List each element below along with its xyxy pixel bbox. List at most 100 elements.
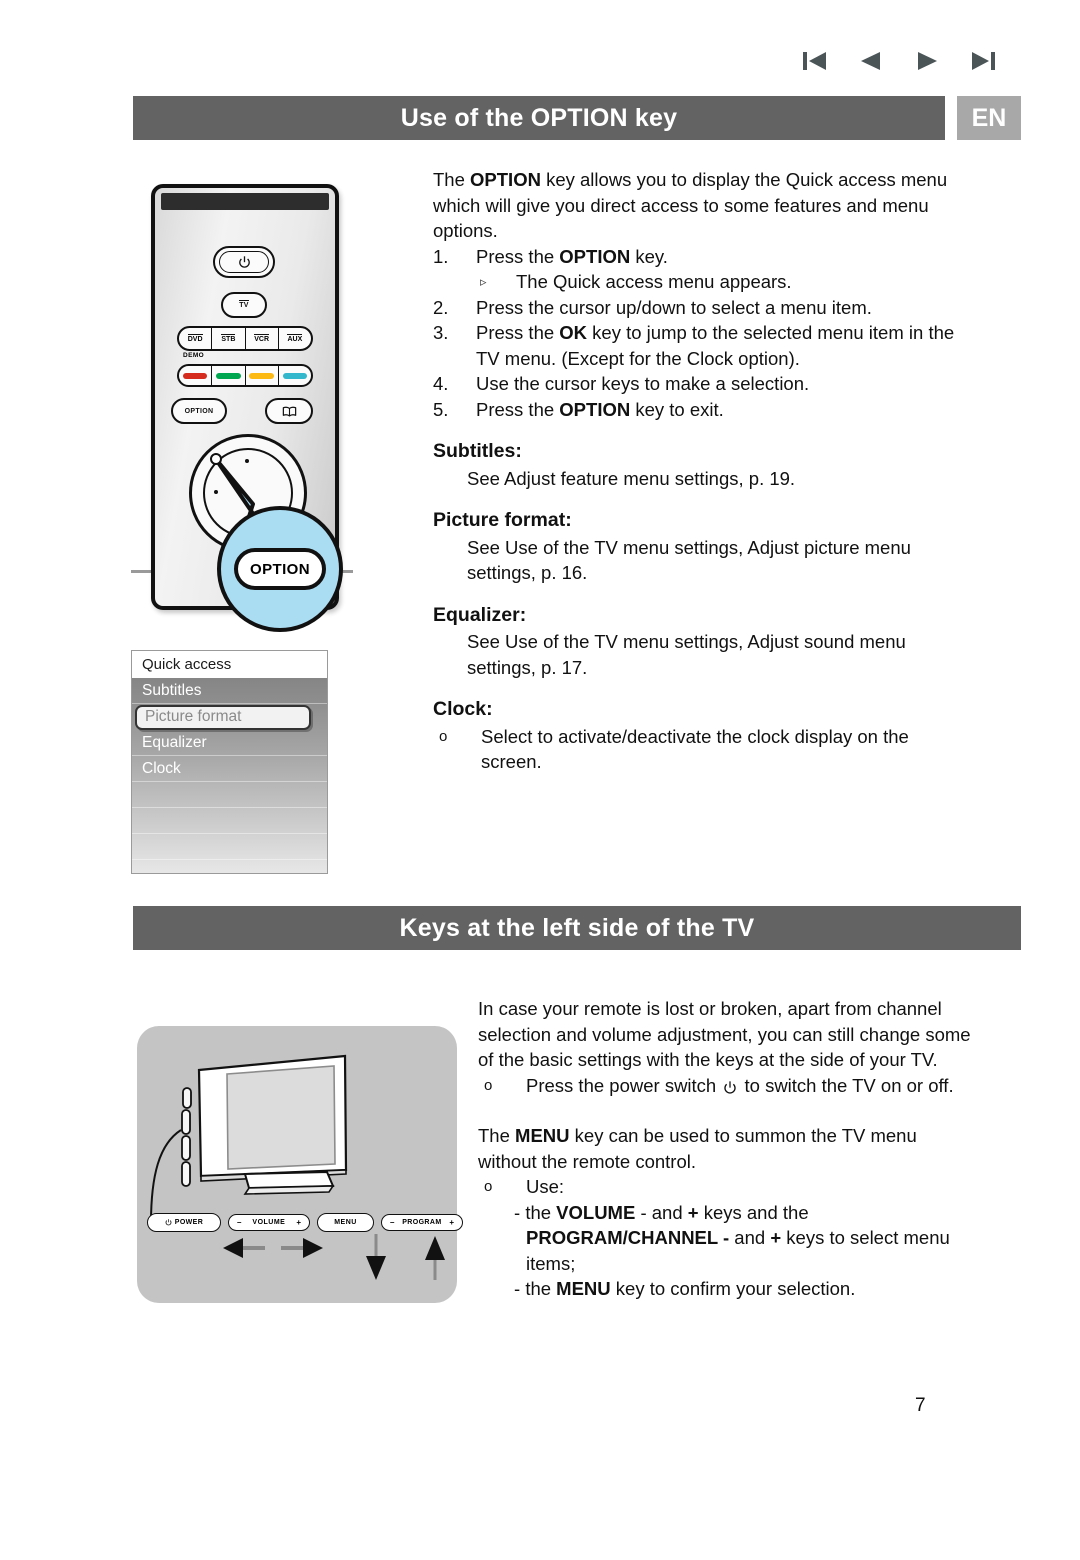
option-step-1-note: ▹ The Quick access menu appears. — [476, 269, 963, 295]
quick-access-empty-row — [132, 808, 327, 834]
option-step-1: 1. Press the OPTION key. ▹ The Quick acces… — [433, 244, 963, 295]
remote-source-dvd[interactable]: DVD — [179, 328, 213, 349]
option-steps-list: 1. Press the OPTION key. ▹ The Quick acces… — [433, 244, 963, 423]
remote-source-key-row[interactable]: DVD STB VCR AUX — [177, 326, 313, 351]
page-navigation[interactable] — [798, 44, 1000, 78]
tv-volume-plus[interactable]: + — [296, 1218, 301, 1227]
tv-power-label: POWER — [174, 1219, 204, 1226]
remote-color-key-cyan[interactable] — [279, 366, 311, 385]
remote-color-key-green[interactable] — [212, 366, 246, 385]
keys-dash-line-3: items; — [478, 1251, 978, 1277]
seg: the — [525, 1278, 557, 1299]
remote-tv-button[interactable]: TV — [221, 292, 267, 318]
step-number: 3. — [433, 322, 449, 343]
remote-tv-label: TV — [239, 300, 249, 309]
step-text-post: key. — [630, 245, 668, 267]
callout-option-key: OPTION — [234, 548, 326, 590]
power-icon — [723, 1076, 737, 1102]
bullet-marker-icon: o — [439, 727, 448, 745]
clock-body-text: Select to activate/deactivate the clock … — [481, 725, 909, 773]
remote-source-aux[interactable]: AUX — [279, 328, 311, 349]
tv-side-keys-illustration: POWER – VOLUME + MENU – PROGRAM + — [137, 1026, 463, 1303]
power-icon — [165, 1219, 172, 1226]
tv-program-plus[interactable]: + — [449, 1218, 454, 1227]
keys-paragraph-2: The MENU key can be used to summon the T… — [478, 1123, 978, 1174]
seg: the — [525, 1201, 557, 1223]
remote-color-key-yellow[interactable] — [246, 366, 279, 385]
keys-para2-pre: The — [478, 1125, 516, 1146]
remote-option-button[interactable]: OPTION — [171, 398, 227, 424]
tv-power-button[interactable]: POWER — [147, 1213, 221, 1232]
remote-source-vcr-label: VCR — [254, 333, 270, 343]
keys-bullet-use-label: Use: — [526, 1176, 565, 1197]
page-number: 7 — [915, 1395, 926, 1416]
remote-control-illustration: TV DVD STB VCR AUX DEMO OPTION OPTION — [131, 180, 353, 632]
seg: - and — [635, 1201, 688, 1223]
quick-access-item-picture-format[interactable]: Picture format — [132, 704, 327, 730]
next-page-icon[interactable] — [910, 44, 944, 78]
remote-guide-button[interactable] — [265, 398, 313, 424]
tv-menu-label: MENU — [334, 1219, 357, 1226]
seg-bold: PROGRAM/CHANNEL - — [526, 1227, 730, 1248]
tv-volume-minus[interactable]: – — [237, 1218, 241, 1227]
tv-program-button[interactable]: – PROGRAM + — [381, 1214, 463, 1231]
quick-access-item-equalizer[interactable]: Equalizer — [132, 730, 327, 756]
keys-bullet-power-post: to switch the TV on or off. — [739, 1074, 954, 1096]
first-page-icon[interactable] — [798, 44, 832, 78]
clock-heading: Clock: — [433, 698, 493, 720]
quick-access-menu-title: Quick access — [132, 651, 327, 678]
quick-access-item-label: Clock — [142, 759, 181, 777]
last-page-icon[interactable] — [966, 44, 1000, 78]
keys-bullet-power-pre: Press the power switch — [526, 1074, 722, 1096]
quick-access-menu[interactable]: Quick access Subtitles Picture format Eq… — [131, 650, 328, 874]
step-number: 5. — [433, 398, 449, 420]
tv-volume-label: VOLUME — [252, 1219, 286, 1226]
option-step-4: 4. Use the cursor keys to make a selectio… — [433, 371, 963, 397]
step-1-note-text: The Quick access menu appears. — [516, 271, 792, 292]
keys-dash-line-1: - the VOLUME - and + keys and the — [478, 1200, 978, 1226]
right-arrow-icon — [281, 1238, 323, 1258]
remote-power-button[interactable] — [213, 246, 275, 278]
tv-control-button-row[interactable]: POWER – VOLUME + MENU – PROGRAM + — [147, 1213, 463, 1232]
option-key-callout: OPTION — [210, 453, 343, 632]
quick-access-selected-pill: Picture format — [135, 704, 311, 730]
section-title-keys: Keys at the left side of the TV — [133, 906, 1021, 950]
dash-marker: - — [514, 1278, 526, 1299]
remote-source-dvd-label: DVD — [187, 333, 203, 343]
tv-volume-button[interactable]: – VOLUME + — [228, 1214, 310, 1231]
quick-access-item-clock[interactable]: Clock — [132, 756, 327, 782]
keys-paragraph-1: In case your remote is lost or broken, a… — [478, 998, 971, 1070]
remote-color-key-red[interactable] — [179, 366, 213, 385]
step-number: 2. — [433, 296, 449, 318]
step-text-bold: OK — [559, 322, 588, 343]
clock-body: o Select to activate/deactivate the clock… — [433, 724, 963, 775]
step-text-pre: Press the — [476, 398, 560, 420]
keys-bullet-power: o Press the power switch to switch the TV… — [478, 1073, 978, 1102]
previous-page-glyph — [861, 52, 880, 70]
triangle-marker-icon: ▹ — [480, 274, 487, 289]
quick-access-empty-row — [132, 834, 327, 860]
remote-power-ring — [219, 251, 269, 273]
remote-color-key-row[interactable] — [177, 364, 313, 387]
seg: and — [729, 1227, 771, 1248]
language-badge: EN — [957, 96, 1021, 140]
remote-source-stb[interactable]: STB — [212, 328, 246, 349]
keys-para2-bold: MENU — [515, 1125, 570, 1146]
remote-source-vcr[interactable]: VCR — [246, 328, 279, 349]
quick-access-empty-row — [132, 782, 327, 808]
seg: keys and the — [698, 1201, 809, 1223]
quick-access-empty-row — [132, 860, 327, 873]
bullet-marker-icon: o — [484, 1178, 493, 1195]
seg-bold: + — [770, 1227, 782, 1248]
step-text-pre: Press the — [476, 245, 560, 267]
previous-page-icon[interactable] — [854, 44, 888, 78]
callout-circle: OPTION — [217, 506, 343, 632]
tv-menu-button[interactable]: MENU — [317, 1213, 374, 1232]
seg-bold: VOLUME — [556, 1201, 636, 1223]
picture-format-body: See Use of the TV menu settings, Adjust … — [467, 536, 911, 584]
keys-bullet-use: o Use: — [478, 1174, 978, 1200]
quick-access-item-subtitles[interactable]: Subtitles — [132, 678, 327, 704]
keys-dash-line-4: - the MENU key to confirm your selection… — [478, 1276, 978, 1302]
step-text-bold: OPTION — [559, 398, 631, 420]
tv-program-minus[interactable]: – — [390, 1218, 394, 1227]
